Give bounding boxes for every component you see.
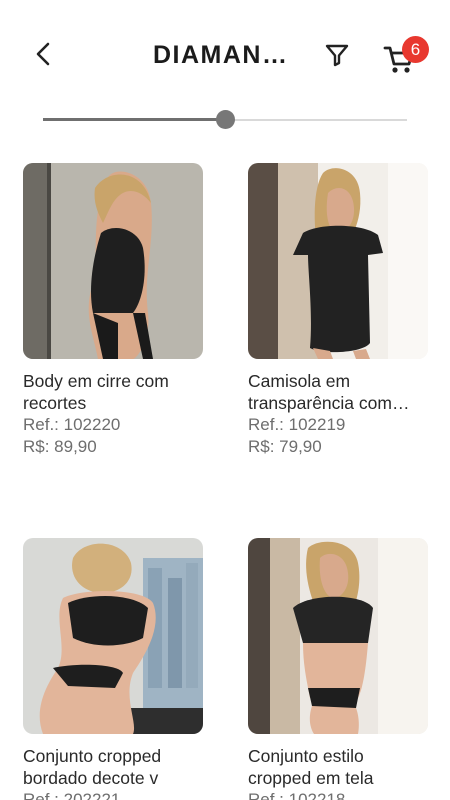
back-arrow-icon xyxy=(36,42,50,66)
product-image xyxy=(248,538,428,734)
product-name: Conjunto estilo cropped em tela xyxy=(248,746,374,788)
slider-fill xyxy=(43,118,225,121)
filter-button[interactable] xyxy=(322,40,352,70)
back-button[interactable] xyxy=(28,38,60,70)
page-title: DIAMANT… xyxy=(153,41,303,69)
filter-icon xyxy=(325,44,349,67)
product-image xyxy=(23,163,203,359)
product-card[interactable]: Body em cirre com recortes Ref.: 102220 … xyxy=(23,163,205,458)
slider-thumb[interactable] xyxy=(216,110,235,129)
product-price: R$: 89,90 xyxy=(23,437,97,456)
product-card[interactable]: Conjunto estilo cropped em tela Ref.: 10… xyxy=(248,538,430,800)
product-card[interactable]: Conjunto cropped bordado decote v Ref.: … xyxy=(23,538,205,800)
cart-count-badge: 6 xyxy=(402,36,429,63)
product-ref: Ref.: 202221 xyxy=(23,790,121,800)
filter-slider[interactable] xyxy=(43,106,407,134)
product-ref: Ref.: 102220 xyxy=(23,415,121,434)
product-price: R$: 79,90 xyxy=(248,437,322,456)
product-image xyxy=(23,538,203,734)
top-app-bar: DIAMANT… 6 xyxy=(0,0,450,108)
product-name: Body em cirre com recortes xyxy=(23,371,169,413)
product-name: Camisola em transparência com… xyxy=(248,371,410,413)
product-ref: Ref.: 102218 xyxy=(248,790,346,800)
product-name: Conjunto cropped bordado decote v xyxy=(23,746,162,788)
product-image xyxy=(248,163,428,359)
product-card[interactable]: Camisola em transparência com… Ref.: 102… xyxy=(248,163,430,458)
product-ref: Ref.: 102219 xyxy=(248,415,346,434)
